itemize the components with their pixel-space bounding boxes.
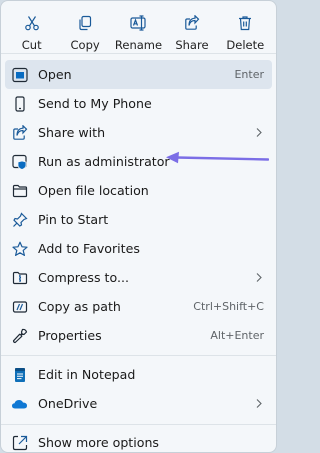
delete-label: Delete: [226, 38, 265, 52]
quick-actions-toolbar: Cut Copy Rename Share Delete: [1, 1, 276, 53]
menu-item-send-to-phone[interactable]: Send to My Phone: [1, 89, 276, 118]
app-window-icon: [11, 66, 28, 83]
star-icon: [11, 240, 28, 257]
path-icon: [11, 298, 28, 315]
rename-icon: [129, 14, 148, 32]
copy-icon: [76, 14, 94, 32]
share-icon: [183, 14, 201, 32]
scissors-icon: [23, 14, 41, 32]
menu-item-onedrive[interactable]: OneDrive: [1, 389, 276, 418]
menu-item-edit-in-notepad[interactable]: Edit in Notepad: [1, 360, 276, 389]
chevron-right-icon: [256, 128, 262, 137]
menu-item-label: Share with: [38, 125, 106, 140]
menu-item-label: Open: [38, 67, 72, 82]
onedrive-cloud-icon: [11, 395, 28, 412]
chevron-right-icon: [256, 399, 262, 408]
wrench-icon: [11, 327, 28, 344]
menu-item-label: Run as administrator: [38, 154, 170, 169]
notepad-icon: [11, 366, 28, 383]
menu-item-label: Pin to Start: [38, 212, 109, 227]
show-more-icon: [11, 434, 28, 451]
chevron-right-icon: [256, 273, 262, 282]
cut-button[interactable]: Cut: [5, 1, 58, 53]
menu-item-label: Open file location: [38, 183, 149, 198]
annotation-arrow: [166, 151, 269, 164]
shortcut-text: Ctrl+Shift+C: [193, 300, 264, 313]
menu-item-properties[interactable]: Properties Alt+Enter: [1, 321, 276, 350]
menu-item-label: OneDrive: [38, 396, 98, 411]
share-icon: [11, 124, 28, 141]
menu-item-label: Add to Favorites: [38, 241, 140, 256]
menu-item-show-more-options[interactable]: Show more options: [1, 428, 276, 452]
menu-item-label: Properties: [38, 328, 102, 343]
folder-icon: [11, 182, 28, 199]
copy-button[interactable]: Copy: [58, 1, 111, 53]
menu-item-compress-to[interactable]: Compress to...: [1, 263, 276, 292]
context-menu: Cut Copy Rename Share Delete Open Enter …: [0, 0, 277, 453]
rename-label: Rename: [114, 38, 163, 52]
menu-item-open-file-location[interactable]: Open file location: [1, 176, 276, 205]
phone-icon: [11, 95, 28, 112]
menu-item-label: Show more options: [38, 435, 159, 450]
menu-item-add-to-favorites[interactable]: Add to Favorites: [1, 234, 276, 263]
menu-item-label: Send to My Phone: [38, 96, 152, 111]
share-button[interactable]: Share: [165, 1, 218, 53]
pin-icon: [11, 211, 28, 228]
zip-folder-icon: [11, 269, 28, 286]
menu-item-label: Copy as path: [38, 299, 121, 314]
menu-item-label: Compress to...: [38, 270, 129, 285]
rename-button[interactable]: Rename: [112, 1, 165, 53]
menu-item-open[interactable]: Open Enter: [5, 60, 272, 89]
menu-item-share-with[interactable]: Share with: [1, 118, 276, 147]
menu-item-pin-to-start[interactable]: Pin to Start: [1, 205, 276, 234]
copy-label: Copy: [70, 38, 100, 52]
menu-item-copy-as-path[interactable]: Copy as path Ctrl+Shift+C: [1, 292, 276, 321]
admin-shield-icon: [11, 153, 28, 170]
share-label: Share: [175, 38, 209, 52]
menu-item-label: Edit in Notepad: [38, 367, 136, 382]
delete-button[interactable]: Delete: [219, 1, 272, 53]
cut-label: Cut: [21, 38, 42, 52]
trash-icon: [236, 14, 254, 32]
shortcut-text: Alt+Enter: [210, 329, 264, 342]
shortcut-text: Enter: [234, 68, 264, 81]
